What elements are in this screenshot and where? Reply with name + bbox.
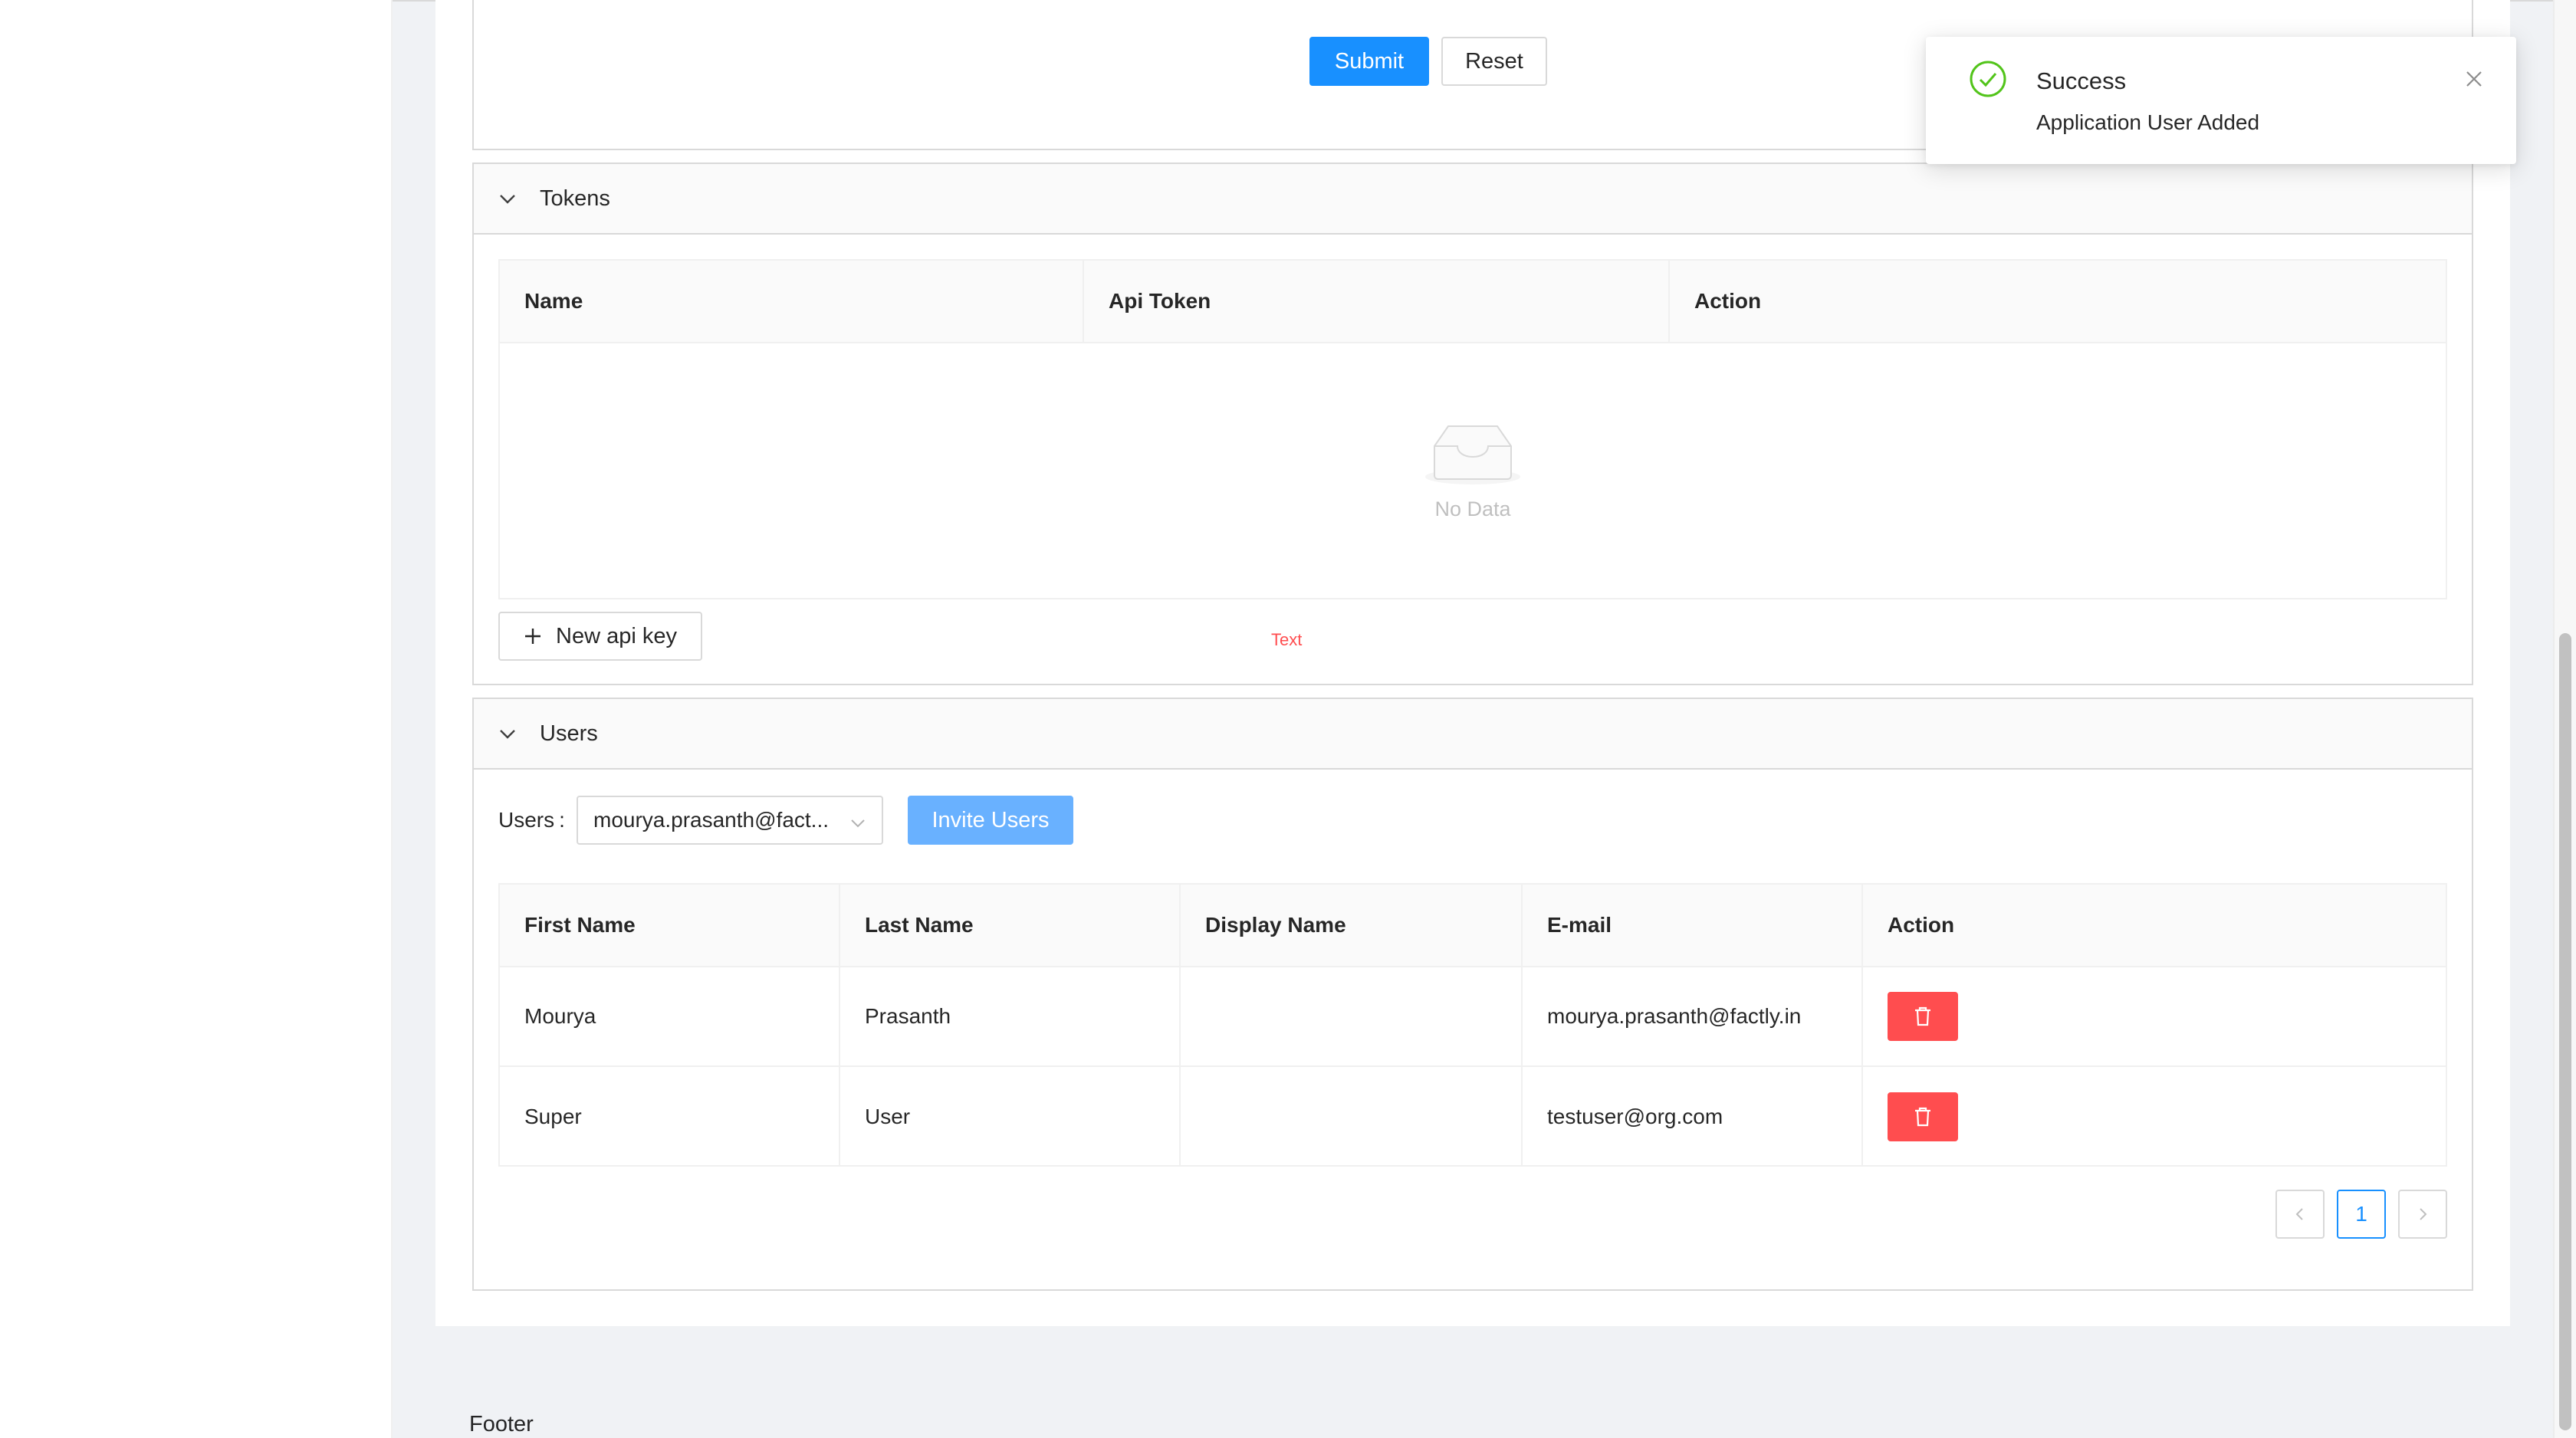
users-table-header: First Name Last Name Display Name E-mail… xyxy=(500,885,2446,967)
cell-first-name: Super xyxy=(500,1067,840,1167)
hint-text: Text xyxy=(1271,630,1303,649)
cell-email: mourya.prasanth@factly.in xyxy=(1523,967,1863,1065)
plus-icon xyxy=(524,627,542,645)
pagination-prev-button[interactable] xyxy=(2275,1190,2325,1239)
chevron-left-icon xyxy=(2292,1207,2308,1222)
delete-user-button[interactable] xyxy=(1888,1092,1958,1141)
table-row: Super User testuser@org.com xyxy=(500,1067,2446,1167)
empty-inbox-icon xyxy=(1424,420,1522,490)
success-notification: Success Application User Added xyxy=(1926,37,2516,164)
close-icon[interactable] xyxy=(2466,71,2482,87)
cell-email: testuser@org.com xyxy=(1523,1067,1863,1167)
empty-state: No Data xyxy=(500,343,2446,598)
column-header-api-token: Api Token xyxy=(1084,261,1670,342)
trash-icon xyxy=(1914,1107,1932,1127)
users-panel-title: Users xyxy=(540,721,598,746)
users-panel-header[interactable]: Users xyxy=(474,699,2472,770)
delete-user-button[interactable] xyxy=(1888,992,1958,1041)
submit-button[interactable]: Submit xyxy=(1309,37,1429,86)
users-panel: Users Users: mourya.prasanth@fact... Inv… xyxy=(472,698,2473,1291)
users-select-label: Users: xyxy=(498,808,565,832)
users-select[interactable]: mourya.prasanth@fact... xyxy=(577,796,883,845)
tokens-panel: Tokens Name Api Token Action No Data New… xyxy=(472,163,2473,685)
column-header-first-name: First Name xyxy=(500,885,840,966)
chevron-down-icon xyxy=(849,813,866,837)
invite-users-button[interactable]: Invite Users xyxy=(908,796,1073,845)
tokens-table-header: Name Api Token Action xyxy=(500,261,2446,343)
footer-text: Footer xyxy=(469,1412,534,1436)
pagination-page-1[interactable]: 1 xyxy=(2337,1190,2386,1239)
pagination-next-button[interactable] xyxy=(2398,1190,2447,1239)
column-header-display-name: Display Name xyxy=(1181,885,1523,966)
users-select-value: mourya.prasanth@fact... xyxy=(593,808,830,832)
column-header-action: Action xyxy=(1694,289,1762,313)
new-api-key-label: New api key xyxy=(556,623,677,648)
chevron-right-icon xyxy=(2415,1207,2430,1222)
tokens-panel-header[interactable]: Tokens xyxy=(474,164,2472,235)
cell-display-name xyxy=(1181,1067,1523,1167)
cell-action xyxy=(1863,967,2446,1065)
column-header-action: Action xyxy=(1888,913,1955,937)
notification-message: Application User Added xyxy=(2036,110,2260,134)
empty-text: No Data xyxy=(1434,497,1511,520)
tokens-panel-title: Tokens xyxy=(540,185,610,211)
chevron-down-icon xyxy=(497,188,518,209)
notification-title: Success xyxy=(2036,67,2127,94)
table-row: Mourya Prasanth mourya.prasanth@factly.i… xyxy=(500,967,2446,1067)
cell-first-name: Mourya xyxy=(500,967,840,1065)
column-header-last-name: Last Name xyxy=(840,885,1181,966)
trash-icon xyxy=(1914,1006,1932,1026)
tokens-table: Name Api Token Action No Data xyxy=(498,259,2447,599)
page-scrollbar[interactable] xyxy=(2553,0,2576,1438)
reset-button[interactable]: Reset xyxy=(1441,37,1547,86)
column-header-name: Name xyxy=(500,261,1084,342)
left-sider xyxy=(0,0,393,1438)
column-header-email: E-mail xyxy=(1523,885,1863,966)
cell-display-name xyxy=(1181,967,1523,1065)
cell-last-name: User xyxy=(840,1067,1181,1167)
check-circle-icon xyxy=(1969,60,2007,102)
cell-action xyxy=(1863,1067,2446,1167)
scrollbar-thumb[interactable] xyxy=(2559,633,2571,1430)
cell-last-name: Prasanth xyxy=(840,967,1181,1065)
chevron-down-icon xyxy=(497,723,518,744)
new-api-key-button[interactable]: New api key xyxy=(498,612,702,661)
users-table: First Name Last Name Display Name E-mail… xyxy=(498,883,2447,1167)
